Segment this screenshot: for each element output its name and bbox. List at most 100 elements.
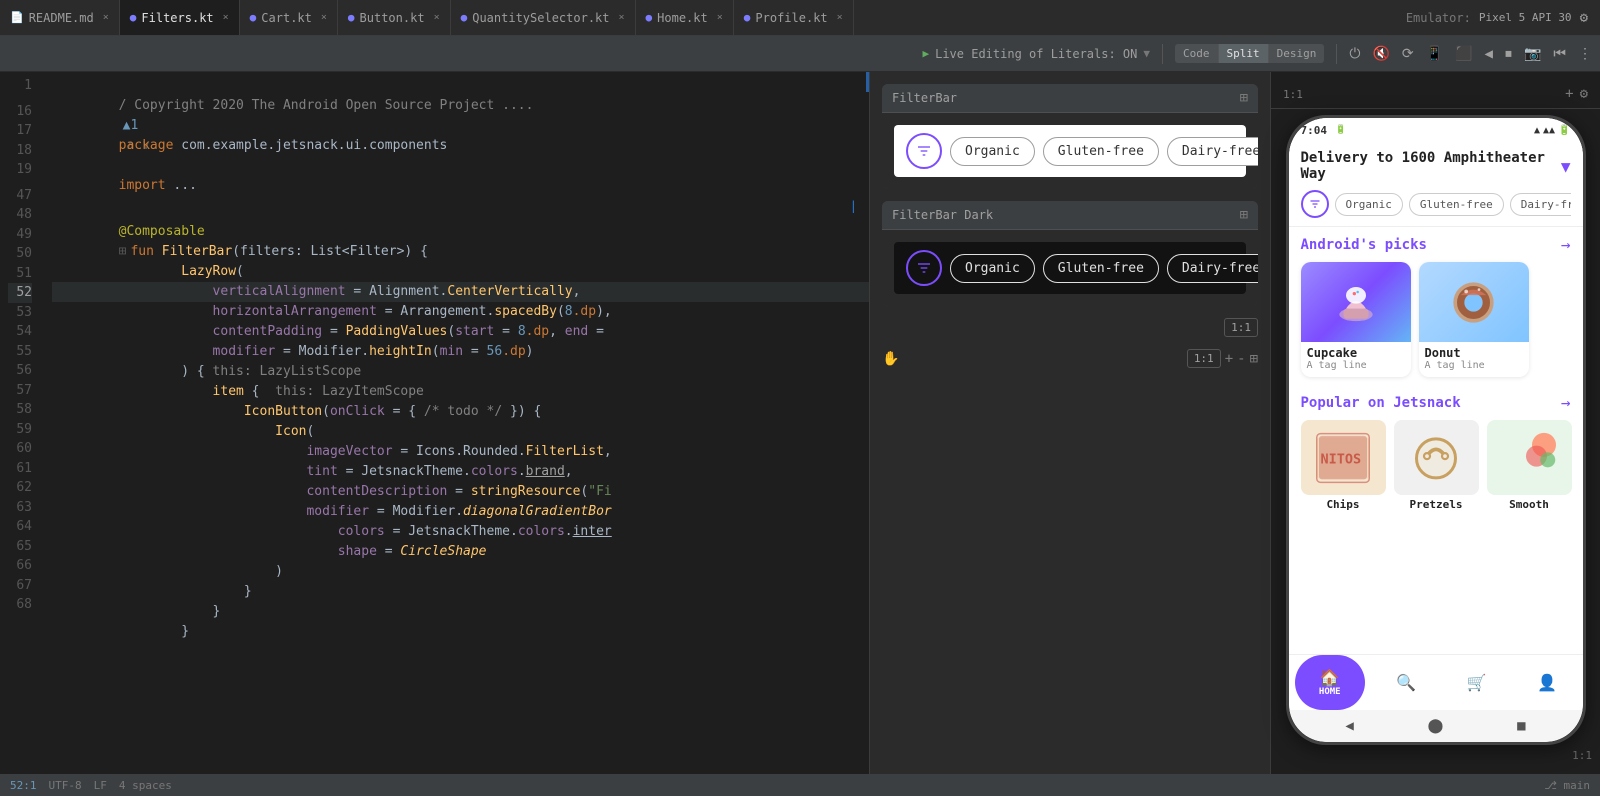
more-icon[interactable]: ⋮ bbox=[1578, 46, 1592, 62]
filterbar-light-component: FilterBar ⊞ Organic Gluten-free bbox=[882, 84, 1258, 189]
screenshot-icon[interactable]: 📷 bbox=[1524, 46, 1541, 62]
tab-cart[interactable]: ● Cart.kt × bbox=[240, 0, 338, 35]
phone-icon[interactable]: 📱 bbox=[1426, 46, 1443, 62]
grid-icon[interactable]: ⊞ bbox=[1250, 351, 1258, 367]
tab-readme[interactable]: 📄 README.md × bbox=[0, 0, 120, 35]
power-icon[interactable]: ⏻ bbox=[1349, 46, 1360, 62]
design-mode-button[interactable]: Design bbox=[1269, 44, 1325, 63]
back-icon[interactable]: ◀ bbox=[1485, 46, 1493, 62]
chip-dairyfree-dark[interactable]: Dairy-free bbox=[1167, 254, 1258, 283]
zoom-reset-btn[interactable]: 1:1 bbox=[1187, 349, 1221, 368]
tab-filters[interactable]: ● Filters.kt × bbox=[120, 0, 240, 35]
scale-label: 1:1 bbox=[1572, 749, 1592, 762]
tab-close-icon[interactable]: × bbox=[837, 12, 843, 23]
kotlin-icon: ● bbox=[744, 11, 751, 24]
kotlin-icon: ● bbox=[461, 11, 468, 24]
code-editor[interactable]: 1 16 17 18 19 47 48 49 50 51 52 53 54 55… bbox=[0, 72, 870, 774]
filter-icon-button-dark[interactable] bbox=[906, 250, 942, 286]
line-endings: LF bbox=[94, 779, 107, 792]
preview-toolbar-right: 1:1 + - ⊞ bbox=[1187, 349, 1258, 368]
replay-icon[interactable]: ⏮ bbox=[1553, 46, 1566, 62]
filter-icon-button-light[interactable] bbox=[906, 133, 942, 169]
smoothie-label: Smooth bbox=[1487, 498, 1572, 511]
pick-card-donut[interactable]: Donut A tag line bbox=[1419, 262, 1529, 377]
section2-arrow[interactable]: → bbox=[1561, 393, 1571, 412]
delivery-dropdown-icon[interactable]: ▼ bbox=[1561, 157, 1571, 176]
zoom-out-icon[interactable]: - bbox=[1237, 351, 1245, 367]
nav-search[interactable]: 🔍 bbox=[1371, 655, 1442, 710]
search-icon: 🔍 bbox=[1396, 673, 1416, 692]
phone-mockup: 7:04 🔋 ▲ ▲▲ 🔋 bbox=[1286, 115, 1586, 745]
chip-organic-dark[interactable]: Organic bbox=[950, 254, 1035, 283]
zoom-in-icon[interactable]: + bbox=[1225, 351, 1233, 367]
chip-dairyfree-light[interactable]: Dairy-free bbox=[1167, 137, 1258, 166]
phone-nav-bar: 🏠 HOME 🔍 🛒 👤 bbox=[1289, 654, 1583, 710]
filterbar-light-title: FilterBar bbox=[892, 91, 957, 105]
expand-icon[interactable]: ⊞ bbox=[1240, 90, 1248, 106]
zoom-label[interactable]: 1:1 bbox=[1224, 318, 1258, 337]
donut-image bbox=[1419, 262, 1529, 342]
chip-glutenfree-dark[interactable]: Gluten-free bbox=[1043, 254, 1159, 283]
tab-close-icon[interactable]: × bbox=[103, 12, 109, 23]
popular-card-pretzels[interactable]: Pretzels bbox=[1394, 420, 1479, 511]
divider2 bbox=[1336, 44, 1337, 64]
tab-close-icon[interactable]: × bbox=[434, 12, 440, 23]
donut-info: Donut A tag line bbox=[1419, 342, 1529, 377]
expand-icon-dark[interactable]: ⊞ bbox=[1240, 207, 1248, 223]
split-mode-button[interactable]: Split bbox=[1219, 44, 1269, 63]
tab-close-icon[interactable]: × bbox=[321, 12, 327, 23]
nav-home[interactable]: 🏠 HOME bbox=[1295, 655, 1366, 710]
code-content[interactable]: / Copyright 2020 The Android Open Source… bbox=[52, 72, 869, 774]
filterbar-dark: Organic Gluten-free Dairy-free ( bbox=[894, 242, 1246, 294]
code-line-17: package com.example.jetsnack.ui.componen… bbox=[52, 116, 869, 136]
hand-icon[interactable]: ✋ bbox=[882, 351, 899, 367]
phone-system-bar: ◀ ⬤ ■ bbox=[1289, 710, 1583, 742]
filterbar-dark-component: FilterBar Dark ⊞ Organic Gluten-free bbox=[882, 201, 1258, 306]
home-label: HOME bbox=[1319, 687, 1341, 697]
phone-chip-dairyfree[interactable]: Dairy-free bbox=[1510, 193, 1571, 216]
rotate-icon[interactable]: ⟳ bbox=[1402, 46, 1414, 62]
phone-content: Delivery to 1600 Amphitheater Way ▼ Orga… bbox=[1289, 142, 1583, 654]
stop-icon[interactable]: ⏹ bbox=[1505, 46, 1512, 62]
tab-button[interactable]: ● Button.kt × bbox=[338, 0, 451, 35]
tab-quantityselector[interactable]: ● QuantitySelector.kt × bbox=[451, 0, 636, 35]
chips-label: Chips bbox=[1301, 498, 1386, 511]
chip-glutenfree-light[interactable]: Gluten-free bbox=[1043, 137, 1159, 166]
nav-cart[interactable]: 🛒 bbox=[1442, 655, 1513, 710]
preview-components: FilterBar ⊞ Organic Gluten-free bbox=[870, 72, 1270, 774]
cupcake-image bbox=[1301, 262, 1411, 342]
section1-arrow[interactable]: → bbox=[1561, 235, 1571, 254]
chip-organic-light[interactable]: Organic bbox=[950, 137, 1035, 166]
code-mode-button[interactable]: Code bbox=[1175, 44, 1219, 63]
tablet-icon[interactable]: ⬛ bbox=[1455, 46, 1472, 62]
phone-panel-header: 1:1 + ⚙ bbox=[1271, 80, 1600, 109]
popular-card-chips[interactable]: NITOS Chips bbox=[1301, 420, 1386, 511]
phone-chip-glutenfree[interactable]: Gluten-free bbox=[1409, 193, 1504, 216]
tab-close-icon[interactable]: × bbox=[619, 12, 625, 23]
main-toolbar: ▶ Live Editing of Literals: ON ▼ Code Sp… bbox=[0, 36, 1600, 72]
live-editing-toggle[interactable]: ▶ Live Editing of Literals: ON ▼ bbox=[922, 47, 1150, 61]
home-system-button[interactable]: ⬤ bbox=[1428, 718, 1444, 734]
tab-profile[interactable]: ● Profile.kt × bbox=[734, 0, 854, 35]
phone-zoom-icon[interactable]: + bbox=[1565, 86, 1573, 102]
pick-card-cupcake[interactable]: Cupcake A tag line bbox=[1301, 262, 1411, 377]
nav-profile[interactable]: 👤 bbox=[1512, 655, 1583, 710]
phone-filter-button[interactable] bbox=[1301, 190, 1329, 218]
phone-settings-icon[interactable]: ⚙ bbox=[1580, 86, 1588, 102]
popular-header: Popular on Jetsnack → bbox=[1289, 385, 1583, 416]
tab-home[interactable]: ● Home.kt × bbox=[636, 0, 734, 35]
smoothie-image bbox=[1487, 420, 1572, 495]
phone-chip-organic[interactable]: Organic bbox=[1335, 193, 1403, 216]
popular-card-smoothie[interactable]: Smooth bbox=[1487, 420, 1572, 511]
delivery-text: Delivery to 1600 Amphitheater Way bbox=[1301, 150, 1561, 182]
back-system-button[interactable]: ◀ bbox=[1345, 718, 1353, 734]
wifi-icon: ▲ bbox=[1534, 125, 1540, 136]
tab-close-icon[interactable]: × bbox=[223, 12, 229, 23]
recents-system-button[interactable]: ■ bbox=[1517, 718, 1525, 734]
settings-icon[interactable]: ⚙ bbox=[1580, 10, 1588, 26]
tab-close-icon[interactable]: × bbox=[717, 12, 723, 23]
mute-icon[interactable]: 🔇 bbox=[1372, 46, 1389, 62]
indent: 4 spaces bbox=[119, 779, 172, 792]
kotlin-icon: ● bbox=[250, 11, 257, 24]
live-editing-label: Live Editing of Literals: ON bbox=[935, 47, 1137, 61]
